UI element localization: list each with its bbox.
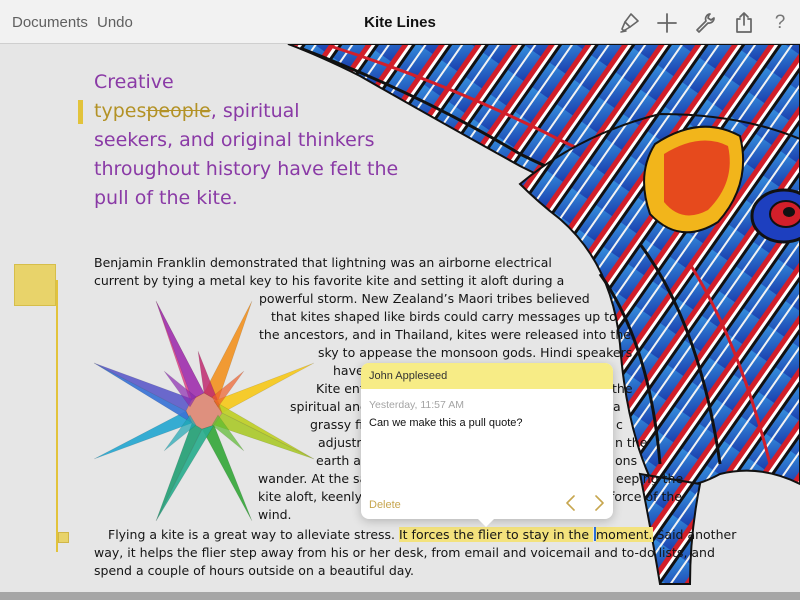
pull-quote[interactable]: Creative typespeople, spiritual seekers,… [94,68,399,213]
text-line: spend a couple of hours outside on a bea… [94,563,415,578]
bottom-edge [0,592,800,600]
text-line: c [616,417,623,432]
change-bar [56,280,58,552]
next-comment-icon[interactable] [591,494,607,512]
pull-quote-line: pull of the kite. [94,187,238,209]
help-icon[interactable]: ? [767,12,793,38]
pull-quote-text: , spiritual [210,100,300,122]
text-line: force of the [610,489,682,504]
text-line: the [612,381,633,396]
text-line: eeping the [616,471,684,486]
text-line: spiritual and [290,399,368,414]
comment-text[interactable]: Can we make this a pull quote? [369,417,522,429]
highlighted-text[interactable]: It forces the flier to stay in the [399,527,590,542]
top-toolbar: Documents Undo Kite Lines ? [0,0,800,44]
delete-comment-button[interactable]: Delete [369,499,401,511]
documents-button[interactable]: Documents [12,14,88,31]
text-line: wander. At the sa [258,471,368,486]
text-line: a [613,399,621,414]
document-page: Creative typespeople, spiritual seekers,… [0,44,800,592]
pull-quote-line: Creative [94,71,174,93]
brush-icon[interactable] [617,10,643,36]
highlighted-text[interactable]: moment. [596,527,653,542]
previous-comment-icon[interactable] [563,494,579,512]
text-line: sky to appease the monsoon gods. Hindi s… [318,345,633,360]
text-line: that kites shaped like birds could carry… [271,309,617,324]
change-bar [78,100,83,124]
text-line: wind. [258,507,292,522]
pull-quote-line: seekers, and original thinkers [94,129,375,151]
text-line: Flying a kite is a great way to alleviat… [108,526,736,544]
popover-pointer [477,518,495,527]
comment-author: John Appleseed [369,370,448,382]
comment-header: John Appleseed [361,363,613,389]
plus-icon[interactable] [654,10,680,36]
comment-popover[interactable]: John Appleseed Yesterday, 11:57 AM Can w… [361,363,613,527]
text-line: kite aloft, keenly a [258,489,374,504]
undo-button[interactable]: Undo [97,14,133,31]
text-run: Said another [652,527,737,542]
text-line: way, it helps the flier step away from h… [94,545,715,560]
share-icon[interactable] [731,10,757,36]
tracked-insertion[interactable]: types [94,100,146,122]
text-line: Benjamin Franklin demonstrated that ligh… [94,255,552,270]
comment-marker[interactable] [58,532,69,543]
text-line: current by tying a metal key to his favo… [94,273,565,288]
pull-quote-line: typespeople, spiritual [94,97,394,126]
tracked-deletion[interactable]: people [146,100,210,122]
text-run: Flying a kite is a great way to alleviat… [108,527,399,542]
comment-timestamp: Yesterday, 11:57 AM [369,399,464,411]
text-line: Kite ent [316,381,365,396]
comment-marker[interactable] [14,264,56,306]
wrench-icon[interactable] [692,10,718,36]
pull-quote-line: throughout history have felt the [94,158,399,180]
text-line: powerful storm. New Zealand’s Maori trib… [259,291,590,306]
text-line: the ancestors, and in Thailand, kites we… [259,327,631,342]
text-line: ons [615,453,638,468]
text-line: n the [615,435,648,450]
